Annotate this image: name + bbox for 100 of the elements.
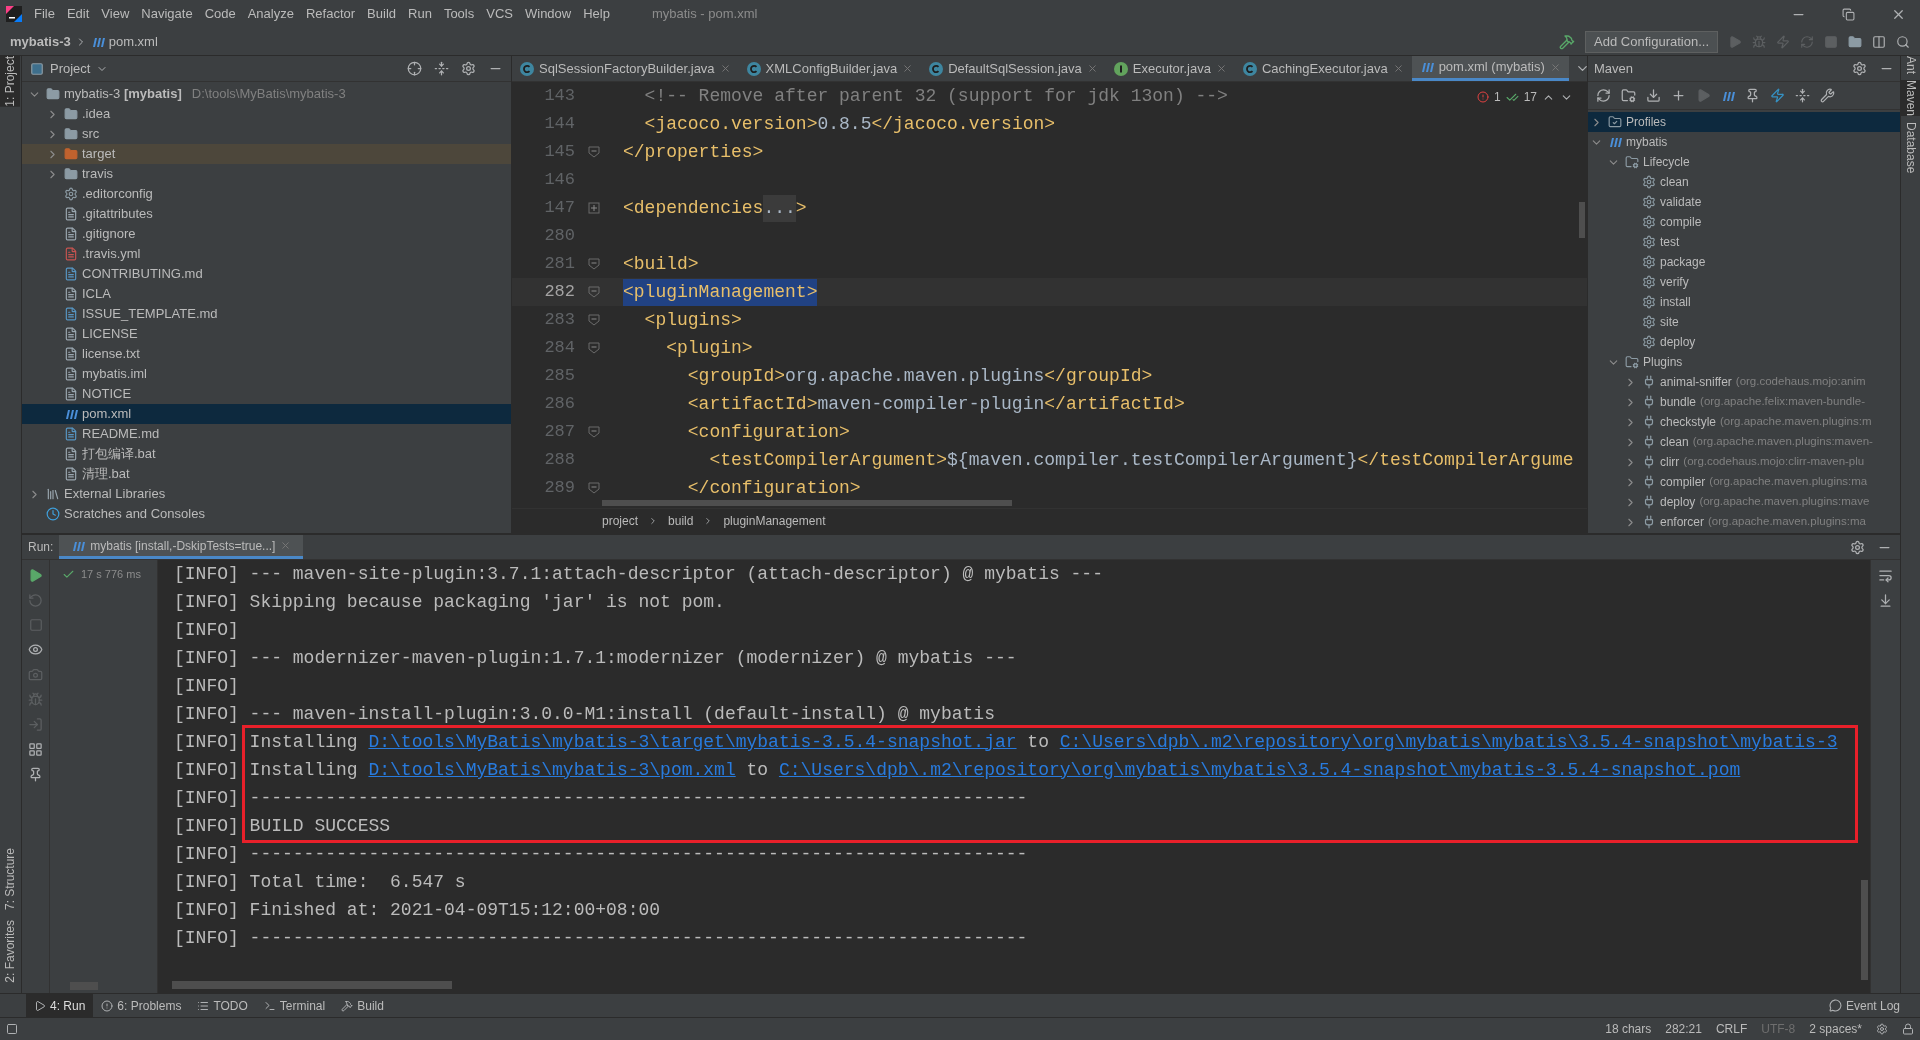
status-item[interactable]: 282:21 bbox=[1665, 1020, 1702, 1038]
tree-item[interactable]: NOTICE bbox=[22, 384, 511, 404]
menu-item[interactable]: Build bbox=[361, 4, 402, 24]
search-icon[interactable] bbox=[1896, 34, 1910, 49]
tree-item[interactable]: ICLA bbox=[22, 284, 511, 304]
gear-icon[interactable] bbox=[1876, 1023, 1888, 1035]
tree-item[interactable]: travis bbox=[22, 164, 511, 184]
tree-item[interactable]: clirr (org.codehaus.mojo:clirr-maven-plu bbox=[1588, 452, 1900, 472]
tree-item[interactable]: validate bbox=[1588, 192, 1900, 212]
event-log-tab[interactable]: Event Log bbox=[1828, 994, 1920, 1017]
menu-item[interactable]: Tools bbox=[437, 4, 481, 24]
layout-icon[interactable] bbox=[28, 742, 43, 757]
tool-window-tab[interactable]: 1: Project bbox=[0, 56, 20, 107]
menu-item[interactable]: VCS bbox=[480, 4, 519, 24]
menu-item[interactable]: File bbox=[28, 4, 61, 24]
fold-marker-icon[interactable] bbox=[588, 482, 600, 494]
tree-item[interactable]: mybatis bbox=[1588, 132, 1900, 152]
tool-window-tab[interactable]: Maven bbox=[1901, 80, 1920, 117]
warning-count[interactable]: 17 bbox=[1523, 88, 1537, 106]
editor-tab[interactable]: CachingExecutor.java bbox=[1234, 56, 1412, 81]
crosshair-icon[interactable] bbox=[407, 61, 422, 76]
folded-code[interactable]: ... bbox=[763, 194, 796, 222]
close-icon[interactable] bbox=[1086, 63, 1098, 74]
status-item[interactable]: 2 spaces* bbox=[1809, 1020, 1862, 1038]
tree-item[interactable]: package bbox=[1588, 252, 1900, 272]
menu-item[interactable]: Run bbox=[402, 4, 438, 24]
fold-marker-icon[interactable] bbox=[588, 258, 600, 270]
refresh-icon[interactable] bbox=[1596, 88, 1611, 103]
menu-item[interactable]: Code bbox=[198, 4, 242, 24]
tool-window-tab[interactable]: Ant bbox=[1901, 56, 1920, 74]
eye-icon[interactable] bbox=[28, 642, 43, 657]
fold-plus-icon[interactable] bbox=[588, 202, 600, 214]
breadcrumb-item[interactable]: pluginManagement bbox=[723, 512, 826, 530]
tree-item[interactable]: bundle (org.apache.felix:maven-bundle- bbox=[1588, 392, 1900, 412]
tree-item[interactable]: animal-sniffer (org.codehaus.mojo:anim bbox=[1588, 372, 1900, 392]
settings-icon[interactable] bbox=[461, 61, 476, 76]
close-icon[interactable] bbox=[1215, 63, 1227, 74]
panel-title[interactable]: Project bbox=[50, 58, 91, 79]
tool-window-tab[interactable]: Database bbox=[1901, 122, 1920, 174]
scrollbar-thumb[interactable] bbox=[172, 981, 452, 989]
camera-icon[interactable] bbox=[28, 667, 43, 682]
tree-item[interactable]: Profiles bbox=[1588, 112, 1900, 132]
tree-item[interactable]: test bbox=[1588, 232, 1900, 252]
stop-icon[interactable] bbox=[1824, 34, 1838, 49]
play-icon[interactable] bbox=[1728, 34, 1742, 49]
error-count[interactable]: 1 bbox=[1493, 88, 1501, 106]
editor-tab[interactable]: Executor.java bbox=[1105, 56, 1235, 81]
tree-item[interactable]: .gitattributes bbox=[22, 204, 511, 224]
scroll-to-end-icon[interactable] bbox=[1878, 593, 1893, 608]
folder-gear-icon[interactable] bbox=[1621, 88, 1636, 103]
rerun-icon[interactable] bbox=[28, 593, 43, 608]
breadcrumb-item[interactable]: mybatis-3 bbox=[10, 31, 71, 52]
file-link[interactable]: C:\Users\dpb\.m2\repository\org\mybatis\mybatis\3.5.4-snapshot\mybatis-3.5.4-snapshot.pom bbox=[778, 756, 1741, 784]
download-icon[interactable] bbox=[1646, 88, 1661, 103]
breadcrumb-item[interactable]: build bbox=[668, 512, 694, 530]
settings-icon[interactable] bbox=[1852, 61, 1867, 76]
tool-tab[interactable]: 6: Problems bbox=[93, 994, 190, 1017]
editor-tab[interactable]: pom.xml (mybatis) bbox=[1411, 56, 1569, 81]
editor-tab[interactable]: SqlSessionFactoryBuilder.java bbox=[512, 56, 739, 81]
layout-icon[interactable] bbox=[1872, 34, 1886, 49]
hammer-icon[interactable] bbox=[1559, 33, 1576, 50]
lock-icon[interactable] bbox=[1902, 1023, 1914, 1035]
menu-item[interactable]: Analyze bbox=[241, 4, 300, 24]
tree-item[interactable]: README.md bbox=[22, 424, 511, 444]
pin-icon[interactable] bbox=[28, 767, 43, 782]
tree-item[interactable]: 打包编译.bat bbox=[22, 444, 511, 464]
scrollbar-thumb[interactable] bbox=[1579, 202, 1585, 238]
tree-item[interactable]: enforcer (org.apache.maven.plugins:ma bbox=[1588, 512, 1900, 532]
tree-item[interactable]: .travis.yml bbox=[22, 244, 511, 264]
soft-wrap-icon[interactable] bbox=[1878, 568, 1893, 583]
tree-item[interactable]: license.txt bbox=[22, 344, 511, 364]
folder-icon[interactable] bbox=[1848, 34, 1862, 49]
editor-tab[interactable]: XMLConfigBuilder.java bbox=[738, 56, 922, 81]
tree-item[interactable]: deploy bbox=[1588, 332, 1900, 352]
fold-marker-icon[interactable] bbox=[588, 342, 600, 354]
tree-item[interactable]: mybatis.iml bbox=[22, 364, 511, 384]
scrollbar-thumb[interactable] bbox=[1861, 880, 1868, 980]
file-link[interactable]: C:\Users\dpb\.m2\repository\org\mybatis\mybatis\3.5.4-snapshot\mybatis-3 bbox=[1059, 728, 1838, 756]
tree-item[interactable]: install bbox=[1588, 292, 1900, 312]
tool-tab[interactable]: 4: Run bbox=[26, 994, 94, 1017]
tree-item[interactable]: deploy (org.apache.maven.plugins:mave bbox=[1588, 492, 1900, 512]
tree-item[interactable]: LICENSE bbox=[22, 324, 511, 344]
tool-tab[interactable]: Build bbox=[333, 994, 392, 1017]
menu-item[interactable]: Navigate bbox=[135, 4, 199, 24]
tree-item[interactable]: checkstyle (org.apache.maven.plugins:m bbox=[1588, 412, 1900, 432]
status-item[interactable]: 18 chars bbox=[1605, 1020, 1652, 1038]
stop-icon[interactable] bbox=[28, 618, 43, 632]
bug-icon[interactable] bbox=[1752, 34, 1766, 49]
close-icon[interactable] bbox=[902, 63, 914, 74]
breadcrumb-item[interactable]: pom.xml bbox=[108, 31, 158, 52]
wrench-icon[interactable] bbox=[1820, 88, 1835, 103]
tree-item[interactable]: clean (org.apache.maven.plugins:maven- bbox=[1588, 432, 1900, 452]
tree-item[interactable]: clean bbox=[1588, 172, 1900, 192]
fold-marker-icon[interactable] bbox=[588, 426, 600, 438]
close-icon[interactable] bbox=[719, 63, 731, 74]
tree-item[interactable]: mybatis-3 [mybatis] D:\tools\MyBatis\mybatis-3 bbox=[22, 84, 511, 104]
plus-icon[interactable] bbox=[1671, 88, 1686, 103]
menu-item[interactable]: Window bbox=[518, 4, 578, 24]
tree-item[interactable]: target bbox=[22, 144, 511, 164]
tree-item[interactable]: External Libraries bbox=[22, 484, 511, 504]
